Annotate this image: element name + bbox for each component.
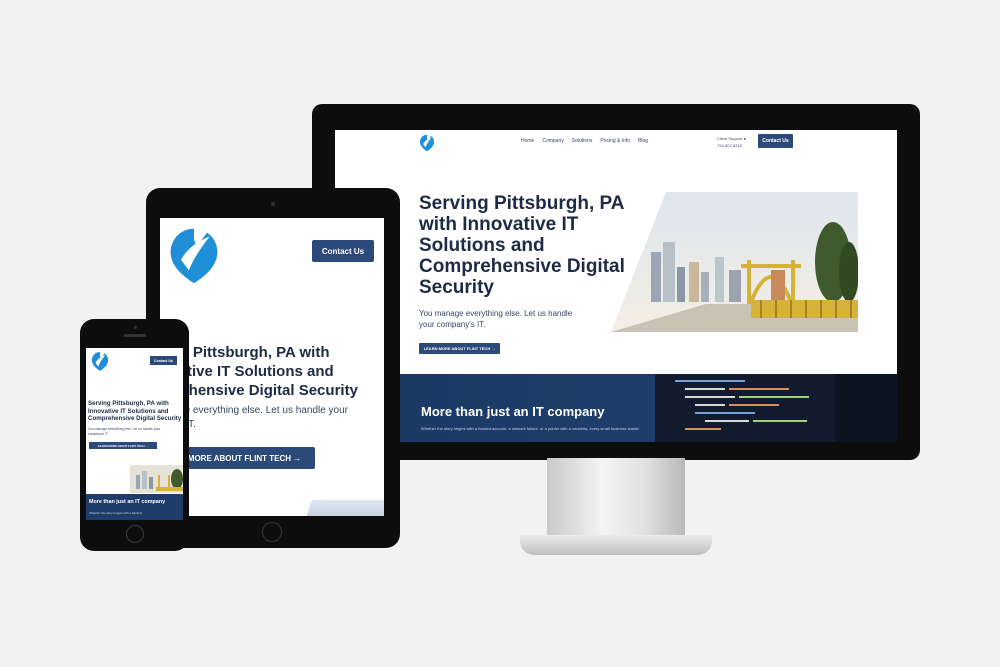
monitor-stand-neck [547,458,685,540]
desktop-main-menu: Home Company Solutions Pricing & Info Bl… [521,138,648,144]
tablet-home-button[interactable] [262,522,282,542]
phone-screen: Contact Us Serving Pittsburgh, PA with I… [86,348,183,520]
client-support-label[interactable]: Client Support [717,136,742,141]
nav-blog[interactable]: Blog [638,138,648,144]
phone-device: Contact Us Serving Pittsburgh, PA with I… [80,319,189,551]
hero-subtitle: manage everything else. Let us handle yo… [160,404,374,432]
pittsburgh-skyline-image [611,192,858,332]
contact-us-button[interactable]: Contact Us [312,240,374,262]
hero-subtitle-line: manage everything else. Let us handle yo… [160,405,349,416]
user-icon: ● [743,136,746,141]
nav-pricing[interactable]: Pricing & Info [600,138,630,144]
pittsburgh-skyline-image [130,465,183,493]
band-text: Whether the story begins with a hacked a… [421,426,639,431]
client-support[interactable]: Client Support ● 724-307-6315 [717,135,746,149]
about-band: More than just an IT company Whether the… [399,374,897,442]
hero-title-line: novative IT Solutions and [160,363,334,380]
tablet-screen: Contact Us rving Pittsburgh, PA with nov… [160,218,384,516]
learn-more-label: RN MORE ABOUT FLINT TECH → [174,453,302,463]
desktop-navbar: Home Company Solutions Pricing & Info Bl… [335,130,897,154]
flint-tech-logo-icon[interactable] [168,226,220,291]
desktop-monitor: Home Company Solutions Pricing & Info Bl… [312,104,920,460]
contact-us-button[interactable]: Contact Us [758,134,793,148]
hero-subtitle: You manage everything else. Let us handl… [88,427,161,436]
hero-title: Serving Pittsburgh, PA with Innovative I… [88,400,182,422]
phone-speaker [124,334,146,337]
hero-subtitle: You manage everything else. Let us handl… [419,309,573,329]
code-background-image [655,374,897,442]
phone-home-button[interactable] [126,525,144,543]
contact-us-button[interactable]: Contact Us [150,356,177,365]
learn-more-button[interactable]: RN MORE ABOUT FLINT TECH → [170,447,315,469]
band-text: Whether the story begins with a hacked [89,511,142,515]
nav-solutions[interactable]: Solutions [572,138,593,144]
band-title: More than just an IT company [89,499,166,505]
band-title: More than just an IT company [421,404,605,419]
phone-camera [134,326,137,329]
monitor-stand-foot [520,535,712,555]
hero-title-line: mprehensive Digital Security [160,382,358,399]
about-band: More than just an IT company Whether the… [86,494,183,520]
flint-tech-logo-icon[interactable] [91,351,109,377]
nav-home[interactable]: Home [521,138,534,144]
hero-subtitle-line: pany's IT. [160,419,196,430]
hero-title: rving Pittsburgh, PA with novative IT So… [160,343,384,400]
flint-tech-logo-icon[interactable] [419,134,435,157]
hero-image-edge [306,500,384,516]
desktop-screen: Home Company Solutions Pricing & Info Bl… [335,130,897,442]
learn-more-button[interactable]: LEARN MORE ABOUT FLINT TECH → [89,442,157,449]
learn-more-button[interactable]: LEARN MORE ABOUT FLINT TECH → [419,343,500,354]
nav-company[interactable]: Company [542,138,563,144]
tablet-camera [271,202,275,206]
support-phone[interactable]: 724-307-6315 [717,142,746,149]
hero-title-line: rving Pittsburgh, PA with [160,344,330,361]
